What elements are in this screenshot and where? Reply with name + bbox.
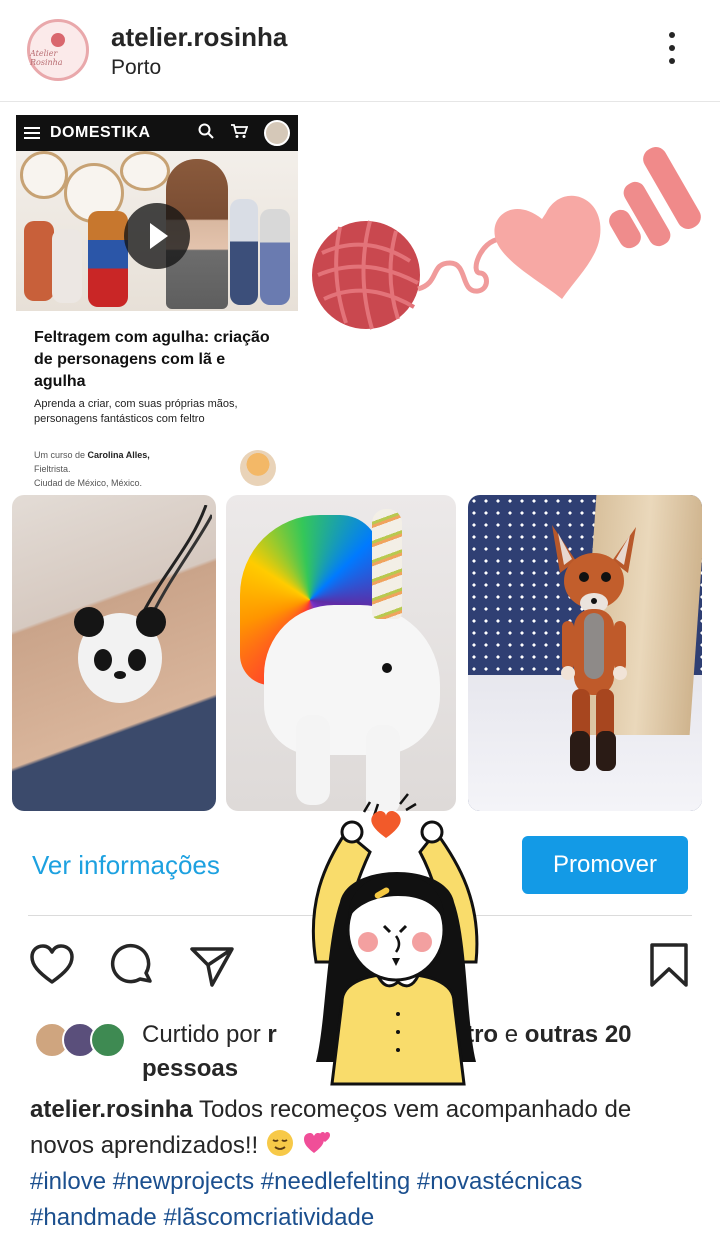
course-subtitle: Aprenda a criar, com suas próprias mãos,… [34, 398, 238, 425]
author-role: Fieltrista. [34, 464, 71, 474]
post-header: Atelier Rosinha atelier.rosinha Porto [0, 0, 720, 102]
keychain-cord [140, 505, 212, 616]
comment-icon[interactable] [108, 941, 158, 991]
profile-avatar[interactable]: Atelier Rosinha [27, 19, 89, 81]
unicorn-horn [372, 509, 402, 619]
bookmark-icon[interactable] [646, 941, 696, 991]
liked-by-prefix: Curtido por [142, 1021, 261, 1048]
heart-icon[interactable] [28, 941, 78, 991]
liked-by-user-end[interactable]: stro [453, 1021, 498, 1048]
header-location[interactable]: Porto [111, 56, 161, 80]
liker-avatar [90, 1022, 126, 1058]
felt-figure [52, 229, 82, 303]
view-insights-link[interactable]: Ver informações [32, 850, 220, 881]
liker-avatars[interactable] [34, 1022, 128, 1058]
embroidery-hoop [20, 151, 68, 199]
header-username[interactable]: atelier.rosinha [111, 22, 287, 53]
promote-button[interactable]: Promover [522, 836, 688, 894]
relieved-face-icon [266, 1130, 293, 1156]
course-author-info: Um curso de Carolina Alles, Fieltrista. … [34, 448, 150, 490]
search-icon [198, 123, 214, 144]
felt-figure [88, 211, 128, 307]
hamburger-menu-icon [24, 127, 40, 139]
post-image[interactable]: DOMESTIKA Feltragem com agulha: criação … [0, 103, 720, 820]
domestika-topbar: DOMESTIKA [16, 115, 298, 151]
caption-hashtags[interactable]: #inlove #newprojects #needlefelting #nov… [30, 1164, 700, 1236]
unicorn-body [264, 605, 440, 755]
user-avatar [264, 120, 290, 146]
course-title: Feltragem com agulha: criação de persona… [34, 329, 270, 390]
post-actions-bar: Ver informações Promover [0, 820, 720, 920]
post-icons-row [0, 935, 720, 995]
domestika-logo: DOMESTIKA [50, 124, 151, 141]
more-options-icon[interactable] [662, 32, 682, 72]
felt-unicorn-photo [226, 495, 456, 811]
cart-icon [230, 123, 249, 144]
yarn-heart-decoration [312, 147, 701, 330]
two-hearts-icon [303, 1132, 330, 1153]
likes-summary[interactable]: Curtido por r stro e outras 20 pessoas [30, 1014, 710, 1084]
author-name: Carolina Alles, [87, 450, 150, 460]
domestika-course-card: DOMESTIKA Feltragem com agulha: criação … [16, 115, 298, 495]
felt-figure [230, 199, 258, 305]
felt-figure [260, 209, 290, 305]
author-avatar [240, 450, 276, 486]
felt-fox-photo [468, 495, 702, 811]
liked-by-text[interactable]: Curtido por r stro e outras 20 pessoas [142, 1018, 712, 1086]
avatar-logo-text: Atelier Rosinha [30, 49, 63, 67]
felt-panda [74, 607, 166, 703]
liked-by-user[interactable]: r [267, 1021, 276, 1048]
send-icon[interactable] [188, 941, 238, 991]
post-caption: atelier.rosinha Todos recomeços vem acom… [30, 1092, 700, 1236]
unicorn-leg [366, 725, 400, 811]
felt-fox [552, 525, 636, 771]
embroidery-hoop [120, 151, 170, 191]
felt-fox-figure [24, 221, 54, 301]
unicorn-leg [296, 715, 330, 805]
play-icon [124, 203, 190, 269]
panda-keychain-photo [12, 495, 216, 811]
course-video-thumbnail [16, 151, 298, 311]
author-prefix: Um curso de [34, 450, 86, 460]
rose-logo-icon [51, 33, 65, 47]
caption-username[interactable]: atelier.rosinha [30, 1096, 193, 1123]
author-place: Ciudad de México, México. [34, 478, 143, 488]
divider [28, 915, 692, 916]
unicorn-eye [382, 663, 392, 673]
liked-by-joiner: e [504, 1021, 519, 1048]
